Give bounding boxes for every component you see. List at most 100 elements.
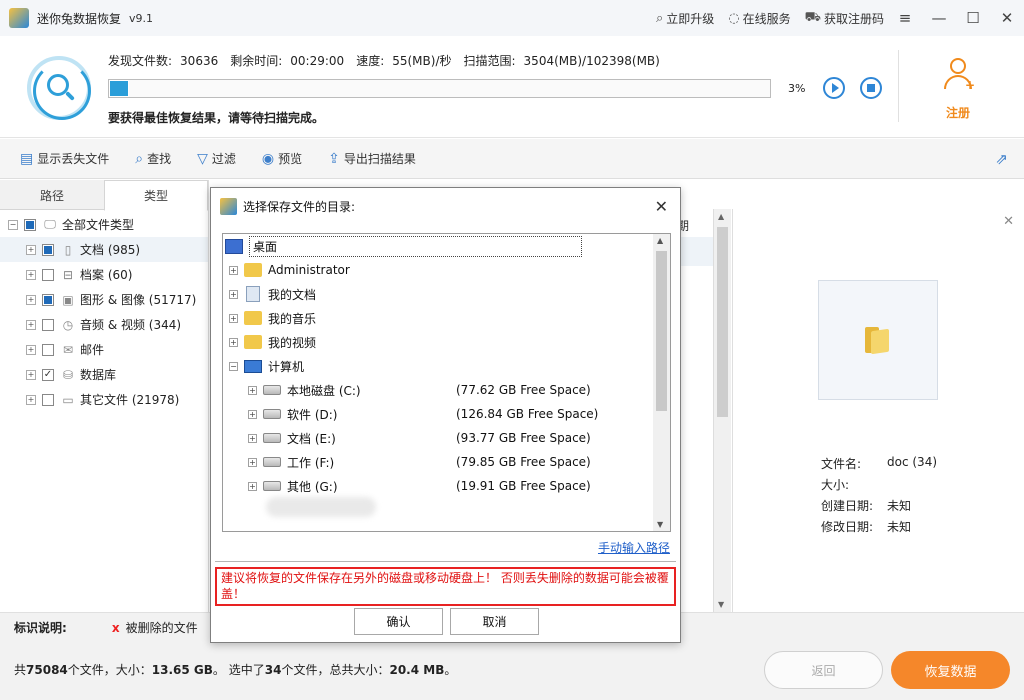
close-icon[interactable]: ✕ [1003,214,1014,229]
resume-button[interactable] [823,77,845,99]
directory-tree-item[interactable]: + 本地磁盘 (C:) (77.62 GB Free Space) [248,378,668,402]
expand-toggle[interactable]: + [26,344,36,355]
tab-path[interactable]: 路径 [0,180,104,210]
online-service-link[interactable]: ◌ 在线服务 [728,10,790,27]
tree-item-images[interactable]: + ▣ 图形 & 图像 (51717) [0,287,208,312]
upgrade-link[interactable]: ⌕ 立即升级 [656,10,714,27]
directory-tree-item[interactable]: − 计算机 [229,354,649,378]
expand-toggle[interactable]: + [248,409,257,419]
close-button[interactable]: ✕ [990,0,1024,36]
register-label: 注册 [945,106,970,120]
back-button[interactable]: 返回 [764,651,883,689]
minimize-button[interactable]: — [922,0,956,36]
hamburger-icon: ≡ [898,9,912,27]
expand-toggle[interactable]: + [26,244,36,255]
preview-button[interactable]: ◉ 预览 [262,150,302,167]
expand-toggle[interactable]: + [26,319,36,330]
selected-row[interactable] [680,237,714,266]
menu-button[interactable]: ≡ [888,0,922,36]
register-button[interactable]: + 注册 [928,56,988,121]
tree-checkbox[interactable] [42,268,54,281]
video-folder-icon [244,334,262,350]
maximize-button[interactable]: ☐ [956,0,990,36]
find-button[interactable]: ⌕ 查找 [135,150,171,167]
tree-item-database[interactable]: + ✓ ⛁ 数据库 [0,362,208,387]
tree-checkbox[interactable] [42,318,54,331]
file-list-scrollbar[interactable]: ▲ ▼ [713,209,731,612]
expand-toggle[interactable]: + [229,337,238,347]
tab-type[interactable]: 类型 [104,180,208,211]
confirm-button[interactable]: 确认 [354,608,443,635]
expand-toggle[interactable]: + [26,394,36,405]
cancel-button[interactable]: 取消 [450,608,539,635]
tree-checkbox[interactable]: ✓ [42,368,54,381]
expand-toggle[interactable]: + [248,481,257,491]
get-key-link[interactable]: ⛟ 获取注册码 [805,10,884,27]
expand-toggle[interactable]: + [229,313,238,323]
directory-tree-label: 文档 (E:) [287,431,336,446]
stop-button[interactable] [860,77,882,99]
app-title: 迷你兔数据恢复 [37,11,122,26]
tree-checkbox[interactable] [42,243,54,256]
tree-root[interactable]: − 🖵 全部文件类型 [0,212,208,237]
directory-tree-item[interactable]: + 文档 (E:) (93.77 GB Free Space) [248,426,668,450]
close-icon: ✕ [1000,9,1014,27]
directory-tree-item[interactable]: + 其他 (G:) (19.91 GB Free Space) [248,474,668,498]
directory-tree-item[interactable]: + 工作 (F:) (79.85 GB Free Space) [248,450,668,474]
directory-tree-item[interactable]: + Administrator [229,258,649,282]
directory-tree-item[interactable]: + 我的文档 [229,282,649,306]
tree-checkbox[interactable] [42,293,54,306]
tree-checkbox[interactable] [42,393,54,406]
tree-item-mail[interactable]: + ✉ 邮件 [0,337,208,362]
meta-filename: doc (34) [887,455,938,469]
music-folder-icon [244,310,262,326]
share-icon[interactable]: ⇗ [995,150,1008,168]
export-results-button[interactable]: ⇪ 导出扫描结果 [328,150,416,167]
collapse-toggle[interactable]: − [229,361,238,371]
filter-button[interactable]: ▽ 过滤 [197,150,236,167]
tree-item-other[interactable]: + ▭ 其它文件 (21978) [0,387,208,412]
scroll-down-icon[interactable]: ▼ [718,600,724,609]
expand-toggle[interactable]: + [229,265,238,275]
scroll-up-icon[interactable]: ▲ [718,212,724,221]
tree-checkbox[interactable] [42,343,54,356]
scan-range: 3504(MB)/102398(MB) [523,54,660,68]
details-panel: ✕ 文件名: doc (34) 大小: 创建日期: 未知 修改日期: 未知 [732,209,1024,612]
tree-item-media[interactable]: + ◷ 音频 & 视频 (344) [0,312,208,337]
scan-speed: 55(MB)/秒 [392,54,452,68]
directory-tree-item[interactable]: + 我的视频 [229,330,649,354]
documents-icon [244,286,262,302]
directory-tree-label: 工作 (F:) [287,455,335,470]
recover-button[interactable]: 恢复数据 [891,651,1010,689]
directory-tree-item[interactable]: + 软件 (D:) (126.84 GB Free Space) [248,402,668,426]
blurred-item [266,497,376,517]
tree-item-documents[interactable]: + ▯ 文档 (985) [0,237,208,262]
scroll-thumb[interactable] [717,227,728,417]
scroll-down-icon[interactable]: ▼ [657,520,663,529]
expand-toggle[interactable]: + [26,269,36,280]
manual-path-link[interactable]: 手动输入路径 [598,539,670,556]
free-space-text: (19.91 GB Free Space) [456,479,591,493]
expand-toggle[interactable]: + [26,294,36,305]
collapse-toggle[interactable]: − [8,219,18,230]
tree-checkbox[interactable] [24,218,36,231]
expand-toggle[interactable]: + [229,289,238,299]
scan-stats: 发现文件数: 30636 剩余时间: 00:29:00 速度: 55(MB)/秒 扫描… [108,54,660,68]
save-directory-dialog: 选择保存文件的目录: ✕ ▲ ▼ 桌面 + Administrator + 我的文档 + 我… [210,187,681,643]
directory-tree-item[interactable]: 桌面 [225,234,645,258]
close-icon[interactable]: ✕ [655,197,668,216]
expand-toggle[interactable]: + [248,457,257,467]
scroll-up-icon[interactable]: ▲ [657,236,663,245]
expand-toggle[interactable]: + [26,369,36,380]
directory-tree-item[interactable]: + 我的音乐 [229,306,649,330]
type-tree: − 🖵 全部文件类型 + ▯ 文档 (985) + ⊟ 档案 (60) + ▣ … [0,210,208,412]
found-count: 30636 [180,54,219,68]
directory-tree-label: Administrator [268,263,350,277]
tree-item-archives[interactable]: + ⊟ 档案 (60) [0,262,208,287]
expand-toggle[interactable]: + [248,385,257,395]
legend-deleted: 被删除的文件 [125,621,198,635]
image-icon: ▣ [62,292,74,307]
show-lost-files-button[interactable]: ▤ 显示丢失文件 [20,150,109,167]
app-logo-icon [9,8,29,28]
expand-toggle[interactable]: + [248,433,257,443]
